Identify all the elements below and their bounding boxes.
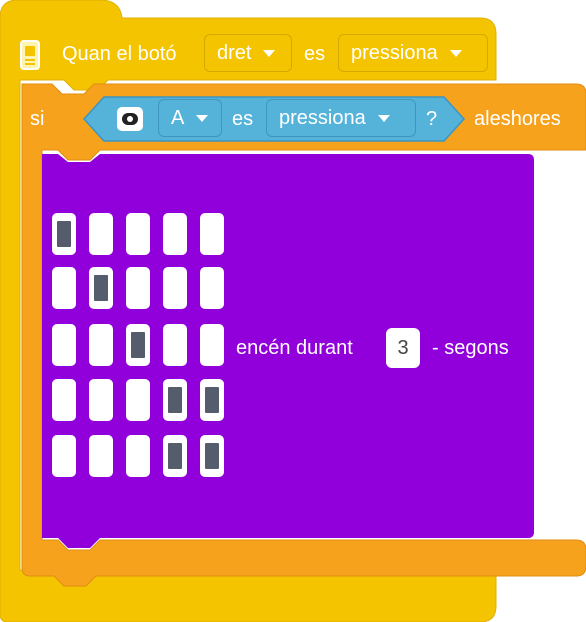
chevron-down-icon — [263, 49, 276, 57]
state-dropdown-value: pressiona — [351, 41, 438, 64]
led-pixel[interactable] — [89, 379, 113, 421]
sensor-state-dropdown[interactable]: pressiona — [266, 99, 416, 137]
led-pixel[interactable] — [200, 267, 224, 309]
led-pixel[interactable] — [52, 435, 76, 477]
state-dropdown[interactable]: pressiona — [338, 34, 488, 72]
led-pixel[interactable] — [89, 324, 113, 366]
led-pixel[interactable] — [126, 379, 150, 421]
sensor-state-value: pressiona — [279, 106, 366, 129]
led-pixel[interactable] — [126, 267, 150, 309]
led-pixel[interactable] — [52, 379, 76, 421]
led-pixel[interactable] — [126, 435, 150, 477]
display-label: encén durant — [236, 337, 353, 359]
condition-connector: es — [232, 108, 254, 130]
led-pixel[interactable] — [89, 435, 113, 477]
led-pixel[interactable] — [163, 213, 187, 255]
hub-icon — [20, 40, 40, 70]
then-label: aleshores — [474, 108, 561, 130]
led-pixel[interactable] — [163, 324, 187, 366]
led-pixel[interactable] — [89, 267, 113, 309]
chevron-down-icon — [377, 114, 390, 122]
if-label: si — [30, 108, 45, 130]
button-sensor-icon — [117, 107, 143, 131]
duration-input[interactable]: 3 — [386, 328, 420, 368]
led-pixel[interactable] — [163, 435, 187, 477]
led-pixel[interactable] — [52, 324, 76, 366]
display-unit-label: - segons — [432, 337, 509, 359]
led-pixel[interactable] — [89, 213, 113, 255]
sensor-button-dropdown[interactable]: A — [158, 99, 222, 137]
led-pixel[interactable] — [200, 435, 224, 477]
button-dropdown-value: dret — [217, 41, 252, 64]
led-pixel[interactable] — [200, 379, 224, 421]
led-pixel[interactable] — [163, 267, 187, 309]
led-pixel[interactable] — [52, 213, 76, 255]
duration-value: 3 — [397, 336, 409, 359]
led-pixel[interactable] — [126, 213, 150, 255]
event-connector: es — [304, 43, 326, 65]
button-dropdown[interactable]: dret — [204, 34, 292, 72]
chevron-down-icon — [449, 49, 462, 57]
chevron-down-icon — [196, 114, 209, 122]
led-pixel[interactable] — [52, 267, 76, 309]
event-label: Quan el botó — [62, 43, 177, 65]
sensor-button-value: A — [171, 106, 185, 129]
led-matrix[interactable] — [52, 213, 228, 477]
condition-question-mark: ? — [426, 108, 438, 130]
led-pixel[interactable] — [126, 324, 150, 366]
led-pixel[interactable] — [200, 324, 224, 366]
led-pixel[interactable] — [200, 213, 224, 255]
led-pixel[interactable] — [163, 379, 187, 421]
